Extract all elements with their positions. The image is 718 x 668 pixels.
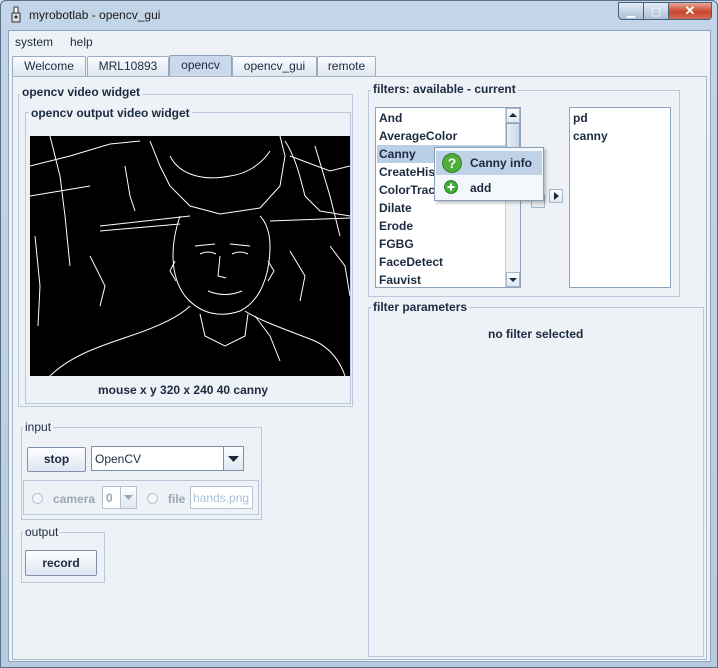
tab-mrl10893[interactable]: MRL10893	[87, 56, 169, 76]
scroll-up-button[interactable]	[506, 108, 520, 123]
file-input[interactable]: hands.png	[190, 486, 253, 509]
camera-index-value: 0	[106, 491, 113, 505]
title-bar[interactable]: myrobotlab - opencv_gui ▁ ▢ ✕	[1, 1, 717, 29]
tab-opencv-gui[interactable]: opencv_gui	[232, 56, 317, 76]
tab-remote[interactable]: remote	[317, 56, 376, 76]
add-filter-button[interactable]	[549, 189, 563, 203]
minimize-icon: ▁	[626, 5, 636, 18]
context-menu: ? Canny info add	[434, 147, 544, 201]
chevron-down-icon	[124, 495, 133, 500]
client-area: system help Welcome MRL10893 opencv open…	[8, 30, 711, 662]
menu-canny-info[interactable]: ? Canny info	[436, 151, 542, 175]
minimize-button[interactable]: ▁	[618, 2, 644, 20]
app-window: myrobotlab - opencv_gui ▁ ▢ ✕ system hel…	[0, 0, 718, 668]
list-item[interactable]: Dilate	[377, 199, 412, 217]
menu-add-label: add	[470, 181, 492, 195]
list-item[interactable]: canny	[571, 127, 608, 145]
list-item[interactable]: AverageColor	[377, 127, 457, 145]
menu-bar: system help	[9, 31, 710, 53]
list-item[interactable]: Fauvist	[377, 271, 421, 287]
file-input-value: hands.png	[193, 491, 250, 505]
maximize-button[interactable]: ▢	[644, 2, 669, 20]
svg-text:?: ?	[448, 155, 457, 171]
menu-help[interactable]: help	[70, 35, 93, 49]
list-item[interactable]: And	[377, 109, 402, 127]
opencv-tab-panel: opencv video widget opencv output video …	[12, 76, 707, 660]
app-icon	[11, 6, 21, 23]
canny-edge-image	[30, 136, 350, 376]
window-title: myrobotlab - opencv_gui	[29, 8, 161, 22]
output-title: output	[23, 525, 61, 539]
list-item[interactable]: FaceDetect	[377, 253, 443, 271]
list-item[interactable]: pd	[571, 109, 588, 127]
camera-index-arrow[interactable]	[120, 487, 136, 508]
video-status: mouse x y 320 x 240 40 canny	[98, 383, 269, 397]
add-icon	[444, 180, 458, 194]
file-label: file	[168, 492, 186, 506]
video-frame[interactable]	[30, 136, 350, 376]
filters-title: filters: available - current	[371, 82, 518, 96]
close-button[interactable]: ✕	[669, 2, 712, 20]
camera-radio[interactable]	[32, 493, 43, 504]
input-title: input	[23, 420, 54, 434]
scroll-down-button[interactable]	[506, 272, 520, 287]
record-button[interactable]: record	[25, 550, 97, 576]
stop-button[interactable]: stop	[27, 447, 86, 472]
tab-welcome[interactable]: Welcome	[12, 56, 86, 76]
maximize-icon: ▢	[650, 5, 662, 18]
list-item[interactable]: ColorTrack	[377, 181, 442, 199]
current-filters-list[interactable]: pd canny	[569, 107, 671, 288]
menu-system[interactable]: system	[15, 35, 53, 49]
list-item[interactable]: FGBG	[377, 235, 414, 253]
menu-add[interactable]: add	[436, 176, 542, 200]
tab-opencv[interactable]: opencv	[169, 55, 232, 77]
close-icon: ✕	[684, 3, 696, 18]
source-select-value: OpenCV	[95, 452, 142, 466]
chevron-down-icon	[228, 456, 239, 462]
menu-canny-info-label: Canny info	[470, 156, 532, 170]
list-item[interactable]: Erode	[377, 217, 413, 235]
arrow-down-icon	[509, 278, 517, 282]
arrow-up-icon	[509, 113, 517, 117]
no-filter-message: no filter selected	[488, 327, 584, 341]
camera-label: camera	[53, 492, 96, 506]
source-select[interactable]: OpenCV	[91, 446, 244, 471]
help-icon: ?	[442, 153, 462, 173]
camera-index-select[interactable]: 0	[102, 486, 137, 509]
filter-params-title: filter parameters	[371, 300, 470, 314]
video-widget-title: opencv video widget	[20, 85, 143, 99]
file-radio[interactable]	[147, 493, 158, 504]
arrow-right-icon	[554, 192, 559, 200]
output-video-title: opencv output video widget	[29, 106, 192, 120]
source-select-arrow[interactable]	[223, 447, 243, 470]
filter-params-group	[368, 307, 704, 657]
